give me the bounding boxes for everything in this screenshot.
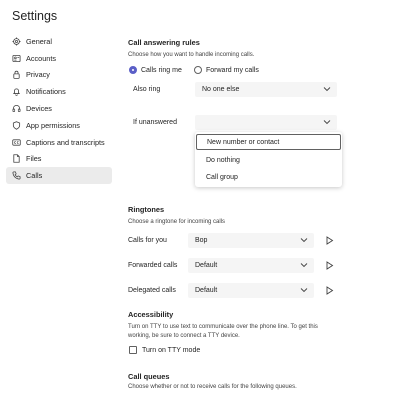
sidebar-item-label: Accounts <box>26 53 57 63</box>
chevron-up-icon <box>323 119 331 125</box>
sidebar-item-devices[interactable]: Devices <box>6 100 112 117</box>
chevron-down-icon <box>300 287 308 293</box>
sidebar-item-label: Calls <box>26 171 43 181</box>
call-queues-description: Choose whether or not to receive calls f… <box>128 384 297 390</box>
dropdown-option-call-group[interactable]: Call group <box>195 169 342 185</box>
sidebar-item-label: App permissions <box>26 120 80 130</box>
sidebar-item-privacy[interactable]: Privacy <box>6 67 112 84</box>
settings-main: Call answering rules Choose how you want… <box>128 0 394 400</box>
forwarded-calls-label: Forwarded calls <box>128 262 178 269</box>
captions-icon <box>12 138 21 147</box>
also-ring-label: Also ring <box>133 86 161 93</box>
sidebar-item-captions[interactable]: Captions and transcripts <box>6 134 112 151</box>
sidebar-item-accounts[interactable]: Accounts <box>6 50 112 67</box>
radio-unselected-indicator <box>194 66 202 74</box>
if-unanswered-label: If unanswered <box>133 119 177 126</box>
sidebar-item-label: Notifications <box>26 87 66 97</box>
forwarded-calls-value: Default <box>195 262 218 269</box>
ringtones-description: Choose a ringtone for incoming calls <box>128 219 226 225</box>
sidebar-item-label: General <box>26 36 52 46</box>
dropdown-option-do-nothing[interactable]: Do nothing <box>195 152 342 168</box>
tty-mode-checkbox[interactable]: Turn on TTY mode <box>129 346 200 354</box>
accessibility-heading: Accessibility <box>128 310 174 319</box>
ringtones-heading: Ringtones <box>128 205 165 214</box>
radio-selected-indicator <box>129 66 137 74</box>
lock-icon <box>12 70 21 80</box>
sidebar-item-label: Privacy <box>26 70 50 80</box>
call-answering-heading: Call answering rules <box>128 38 200 47</box>
forwarded-calls-select[interactable]: Default <box>188 258 314 273</box>
sidebar-item-notifications[interactable]: Notifications <box>6 83 112 100</box>
call-queues-heading: Call queues <box>128 372 170 381</box>
bell-icon <box>12 87 21 97</box>
call-answering-description: Choose how you want to handle incoming c… <box>128 52 255 58</box>
delegated-calls-value: Default <box>195 287 218 294</box>
sidebar-item-label: Files <box>26 154 42 164</box>
accounts-icon <box>12 54 21 63</box>
play-icon[interactable] <box>325 236 334 245</box>
checkbox-box <box>129 346 137 354</box>
page-title: Settings <box>12 9 58 23</box>
if-unanswered-dropdown: New number or contact Do nothing Call gr… <box>195 132 342 187</box>
forward-calls-radio[interactable]: Forward my calls <box>194 66 259 74</box>
delegated-calls-label: Delegated calls <box>128 287 176 294</box>
chevron-down-icon <box>300 237 308 243</box>
sidebar-item-label: Captions and transcripts <box>26 137 105 147</box>
play-icon[interactable] <box>325 261 334 270</box>
play-icon[interactable] <box>325 286 334 295</box>
also-ring-value: No one else <box>202 86 240 93</box>
delegated-calls-select[interactable]: Default <box>188 283 314 298</box>
sidebar-item-label: Devices <box>26 104 52 114</box>
chevron-down-icon <box>323 86 331 92</box>
forward-calls-label: Forward my calls <box>206 66 259 74</box>
headset-icon <box>12 104 21 113</box>
settings-sidebar: General Accounts Privacy Notifications D… <box>6 33 112 185</box>
phone-icon <box>12 171 21 180</box>
accessibility-description-line1: Turn on TTY to use text to communicate o… <box>128 324 318 330</box>
calls-ring-me-label: Calls ring me <box>141 66 182 74</box>
sidebar-item-general[interactable]: General <box>6 33 112 50</box>
dropdown-option-new-number[interactable]: New number or contact <box>196 134 341 150</box>
accessibility-description-line2: working, be sure to connect a TTY device… <box>128 333 240 339</box>
file-icon <box>12 154 21 164</box>
chevron-down-icon <box>300 262 308 268</box>
calls-for-you-label: Calls for you <box>128 237 167 244</box>
shield-icon <box>12 121 21 130</box>
calls-for-you-select[interactable]: Bop <box>188 233 314 248</box>
calls-for-you-value: Bop <box>195 237 208 244</box>
sidebar-item-files[interactable]: Files <box>6 151 112 168</box>
also-ring-select[interactable]: No one else <box>195 82 337 97</box>
sidebar-item-app-permissions[interactable]: App permissions <box>6 117 112 134</box>
gear-icon <box>12 37 21 46</box>
tty-mode-label: Turn on TTY mode <box>142 346 201 354</box>
sidebar-item-calls[interactable]: Calls <box>6 167 112 185</box>
if-unanswered-select[interactable] <box>195 115 337 130</box>
calls-ring-me-radio[interactable]: Calls ring me <box>129 66 182 74</box>
